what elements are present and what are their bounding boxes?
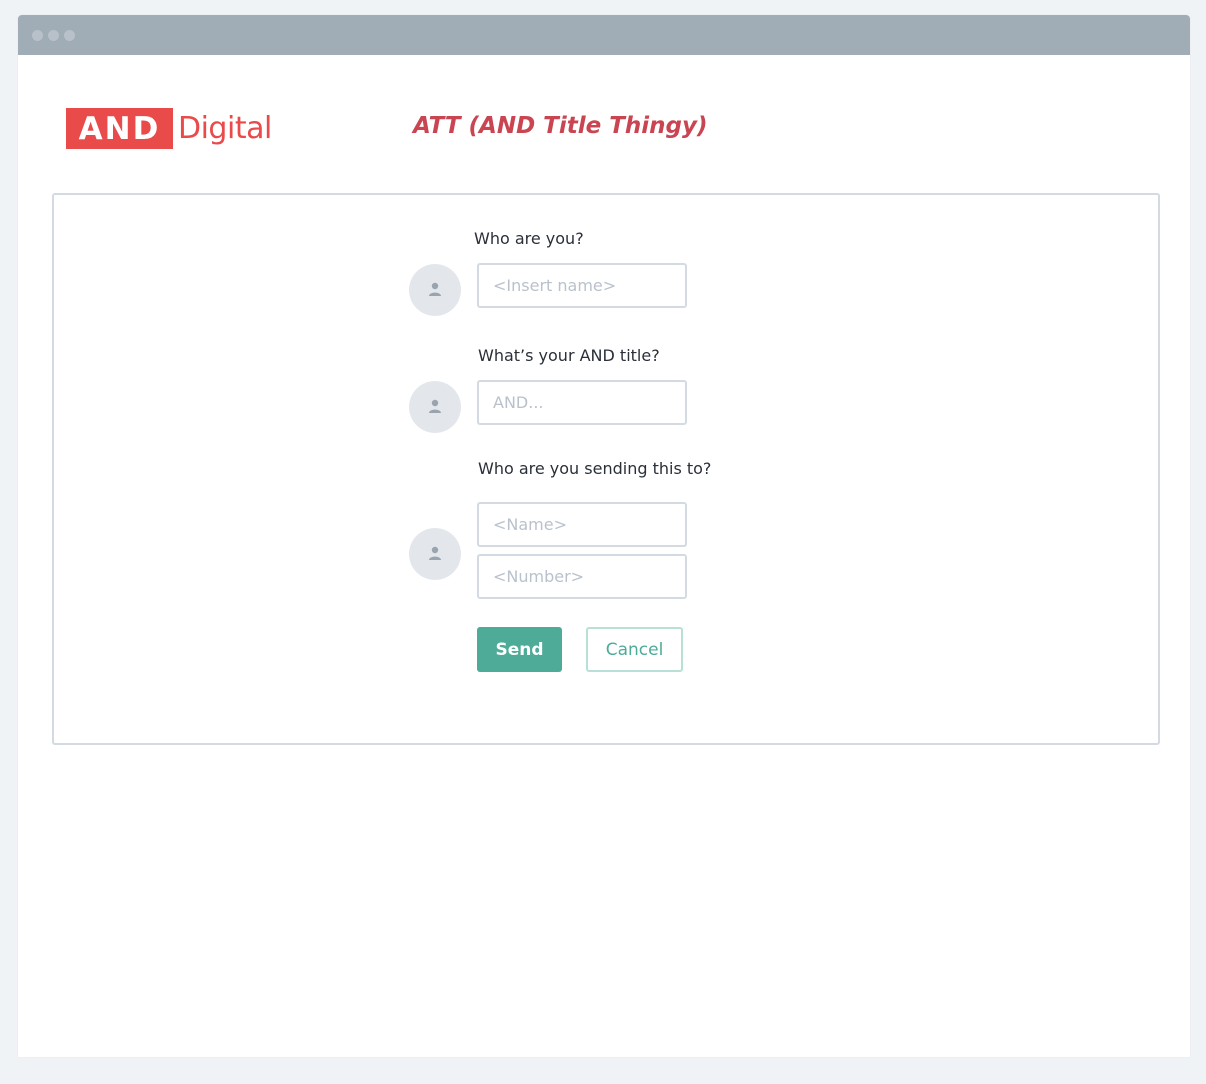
who-are-you-label: Who are you? [474,229,584,248]
recipient-name-input[interactable] [477,502,687,547]
window-dot-icon [48,30,59,41]
person-icon [429,546,441,560]
recipient-label: Who are you sending this to? [478,459,712,478]
avatar-sender [409,264,461,316]
logo-box: AND [66,108,173,149]
window-dot-icon [32,30,43,41]
person-icon [429,399,441,413]
logo-text: Digital [178,111,272,146]
brand-logo: AND Digital [66,108,272,149]
recipient-number-input[interactable] [477,554,687,599]
cancel-button[interactable]: Cancel [586,627,683,672]
avatar-title [409,381,461,433]
and-title-label: What’s your AND title? [478,346,660,365]
and-title-input[interactable] [477,380,687,425]
window-titlebar [18,15,1190,55]
avatar-recipient [409,528,461,580]
window-dot-icon [64,30,75,41]
browser-window: AND Digital ATT (AND Title Thingy) Who a… [18,15,1190,1057]
form-panel: Who are you? What’s your AND title? Who … [52,193,1160,745]
person-icon [429,282,441,296]
name-input[interactable] [477,263,687,308]
app-title: ATT (AND Title Thingy) [413,113,708,139]
send-button[interactable]: Send [477,627,562,672]
